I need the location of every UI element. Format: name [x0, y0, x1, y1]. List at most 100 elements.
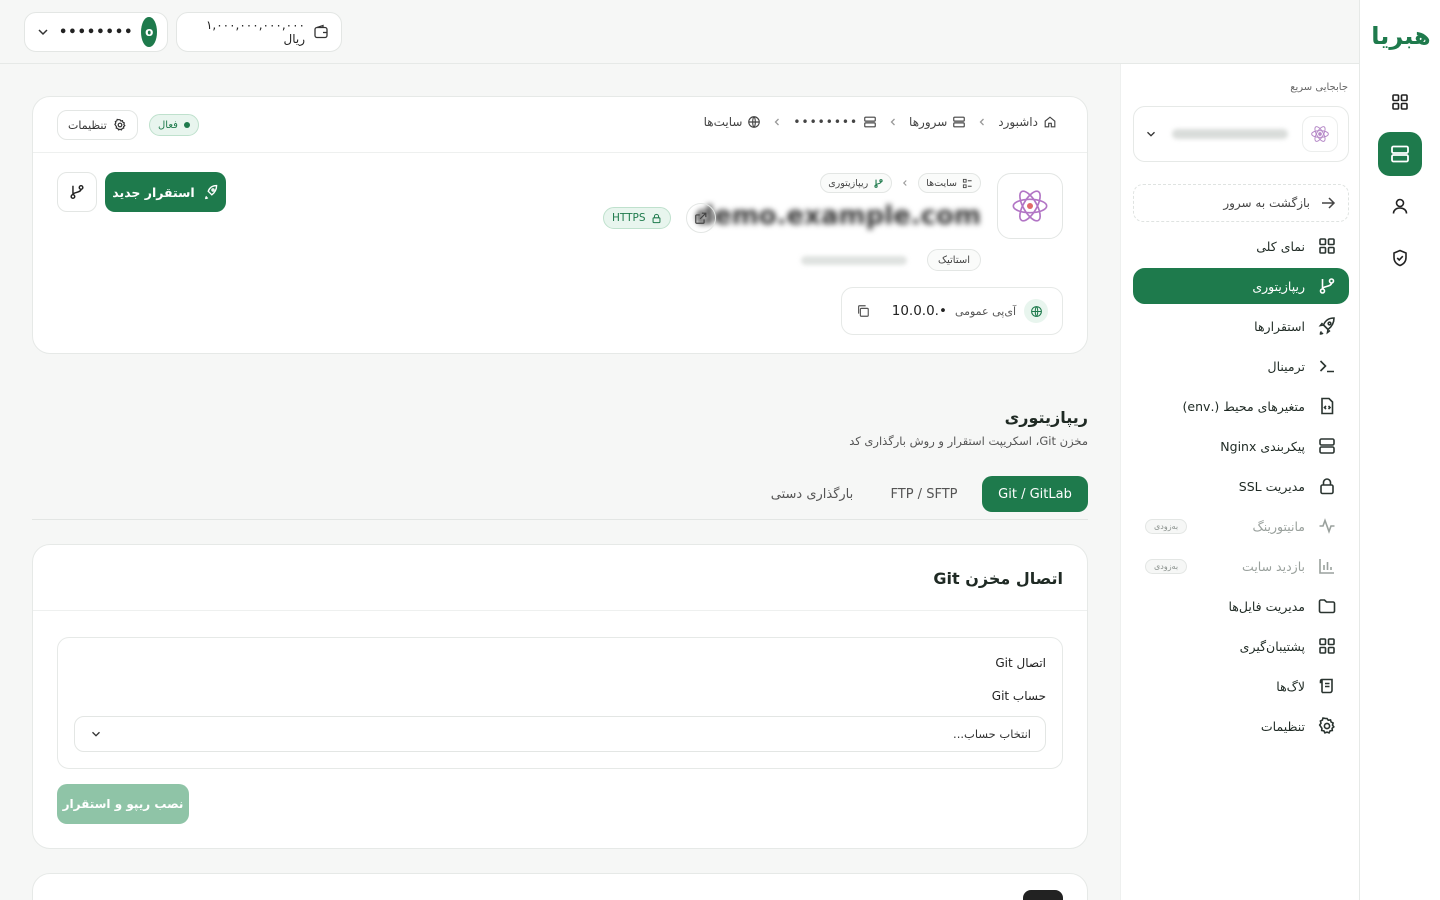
status-dot	[183, 122, 190, 128]
bar-chart-icon	[1317, 556, 1337, 576]
sidebar-item-settings[interactable]: تنظیمات	[1133, 708, 1349, 744]
site-header-card: سایت‌ها •••••••• سرورها داشبورد	[32, 96, 1088, 354]
chip-repository[interactable]: ریپازیتوری	[820, 173, 893, 193]
top-bar: •••••••• o ۱,۰۰۰,۰۰۰,۰۰۰,۰۰۰ ریال	[0, 0, 1359, 64]
tab-manual-upload[interactable]: بارگذاری دستی	[757, 476, 867, 512]
sidebar-item-nginx[interactable]: پیکربندی Nginx	[1133, 428, 1349, 464]
sidebar-item-terminal[interactable]: ترمینال	[1133, 348, 1349, 384]
shield-icon	[1390, 248, 1410, 268]
site-domain: demo.example.com	[695, 201, 981, 231]
avatar: o	[141, 17, 157, 47]
chevron-down-icon	[35, 24, 51, 40]
install-repo-button[interactable]: نصب ریپو و استقرار	[57, 784, 189, 824]
sidebar-item-repository[interactable]: ریپازیتوری	[1133, 268, 1349, 304]
status-badge: فعال	[149, 114, 199, 136]
quick-switch-select[interactable]	[1133, 106, 1349, 162]
copy-icon[interactable]	[856, 304, 870, 318]
user-icon	[1390, 196, 1410, 216]
chip-sites-label: سایت‌ها	[926, 177, 957, 189]
grid-icon	[1317, 236, 1337, 256]
grid-icon	[1317, 636, 1337, 656]
wallet-balance[interactable]: ۱,۰۰۰,۰۰۰,۰۰۰,۰۰۰ ریال	[176, 12, 342, 52]
breadcrumb-dashboard-label: داشبورد	[998, 115, 1038, 129]
list-icon	[962, 178, 973, 189]
breadcrumb-servers[interactable]: سرورها	[909, 115, 966, 129]
sidebar-item-ssl[interactable]: مدیریت SSL	[1133, 468, 1349, 504]
sidebar-item-label: نمای کلی	[1256, 238, 1305, 254]
chip-repository-label: ریپازیتوری	[828, 177, 869, 189]
branch-button[interactable]	[57, 172, 97, 212]
sidebar-item-label: پیکربندی Nginx	[1220, 438, 1305, 454]
rail-security-button[interactable]	[1378, 236, 1422, 280]
sidebar-item-label: مدیریت SSL	[1238, 478, 1305, 494]
site-type-badge: استاتیک	[927, 249, 981, 271]
rail-servers-button[interactable]	[1378, 132, 1422, 176]
wallet-balance-value: ۱,۰۰۰,۰۰۰,۰۰۰,۰۰۰ ریال	[205, 18, 305, 46]
terminal-icon	[1317, 356, 1337, 376]
git-card-title: اتصال مخزن Git	[933, 569, 1063, 588]
breadcrumb-dashboard[interactable]: داشبورد	[998, 115, 1057, 129]
breadcrumb-servers-label: سرورها	[909, 115, 948, 129]
server-icon	[1389, 143, 1411, 165]
back-to-server-button[interactable]: بازگشت به سرور	[1133, 184, 1349, 222]
new-deploy-button[interactable]: استقرار جدید	[105, 172, 226, 212]
git-account-select[interactable]: انتخاب حساب...	[74, 716, 1046, 752]
sidebar-item-deployments[interactable]: استقرارها	[1133, 308, 1349, 344]
sidebar-item-analytics: به‌زودی بازدید سایت	[1133, 548, 1349, 584]
git-connect-card: اتصال مخزن Git اتصال Git حساب Git انتخاب…	[32, 544, 1088, 849]
sidebar-item-label: ریپازیتوری	[1252, 278, 1305, 294]
rail-dashboard-button[interactable]	[1378, 80, 1422, 124]
status-label: فعال	[158, 119, 178, 131]
sidebar-item-label: پشتیبان‌گیری	[1239, 638, 1305, 654]
git-branch-icon	[1317, 276, 1337, 296]
user-menu[interactable]: •••••••• o	[24, 12, 168, 52]
new-deploy-label: استقرار جدید	[112, 184, 195, 200]
repository-tabs: Git / GitLab FTP / SFTP بارگذاری دستی	[32, 474, 1088, 520]
sidebar-item-monitoring: به‌زودی مانیتورینگ	[1133, 508, 1349, 544]
sidebar-item-label: بازدید سایت	[1242, 558, 1305, 574]
sidebar-item-label: تنظیمات	[1260, 718, 1305, 734]
sidebar-item-overview[interactable]: نمای کلی	[1133, 228, 1349, 264]
chevron-left-icon	[976, 116, 988, 128]
header-toolbar: سایت‌ها •••••••• سرورها داشبورد	[33, 97, 1087, 153]
chip-sites[interactable]: سایت‌ها	[918, 173, 981, 193]
sidebar-item-files[interactable]: مدیریت فایل‌ها	[1133, 588, 1349, 624]
chevron-down-icon	[1144, 127, 1158, 141]
site-logo	[997, 173, 1063, 239]
wallet-icon	[313, 24, 329, 40]
git-branch-icon	[68, 183, 86, 201]
breadcrumb: سایت‌ها •••••••• سرورها داشبورد	[704, 115, 1057, 129]
chevron-left-icon	[900, 178, 910, 188]
sidebar-item-logs[interactable]: لاگ‌ها	[1133, 668, 1349, 704]
sidebar-item-label: مدیریت فایل‌ها	[1228, 598, 1306, 614]
tab-ftp[interactable]: FTP / SFTP	[874, 476, 974, 512]
chevron-down-icon	[89, 727, 103, 741]
breadcrumb-server[interactable]: ••••••••	[793, 115, 877, 129]
next-card-element	[1023, 890, 1063, 900]
https-label: HTTPS	[612, 212, 646, 224]
quick-switch-value	[1172, 129, 1288, 139]
sidebar-item-env[interactable]: متغیرهای محیط (.env)	[1133, 388, 1349, 424]
site-settings-button[interactable]: تنظیمات	[57, 110, 138, 140]
react-icon	[1010, 186, 1050, 226]
lock-icon	[1317, 476, 1337, 496]
sidebar-item-label: مانیتورینگ	[1252, 518, 1305, 534]
git-card-header: اتصال مخزن Git	[33, 545, 1087, 611]
tab-git[interactable]: Git / GitLab	[982, 476, 1088, 512]
server-icon	[952, 115, 966, 129]
gear-icon	[113, 118, 127, 132]
public-ip-value: 10.0.0.•	[891, 303, 947, 319]
chevron-left-icon	[887, 116, 899, 128]
breadcrumb-sites[interactable]: سایت‌ها	[704, 115, 762, 129]
open-site-button[interactable]	[686, 203, 716, 233]
lock-icon	[651, 213, 662, 224]
activity-icon	[1317, 516, 1337, 536]
chevron-left-icon	[771, 116, 783, 128]
sidebar-item-backup[interactable]: پشتیبان‌گیری	[1133, 628, 1349, 664]
logo[interactable]: هبریا	[1370, 18, 1432, 54]
rocket-icon	[1317, 316, 1337, 336]
rail-account-button[interactable]	[1378, 184, 1422, 228]
arrow-right-icon	[1320, 195, 1336, 211]
breadcrumb-sites-label: سایت‌ها	[703, 115, 743, 129]
user-name: ••••••••	[59, 24, 134, 40]
